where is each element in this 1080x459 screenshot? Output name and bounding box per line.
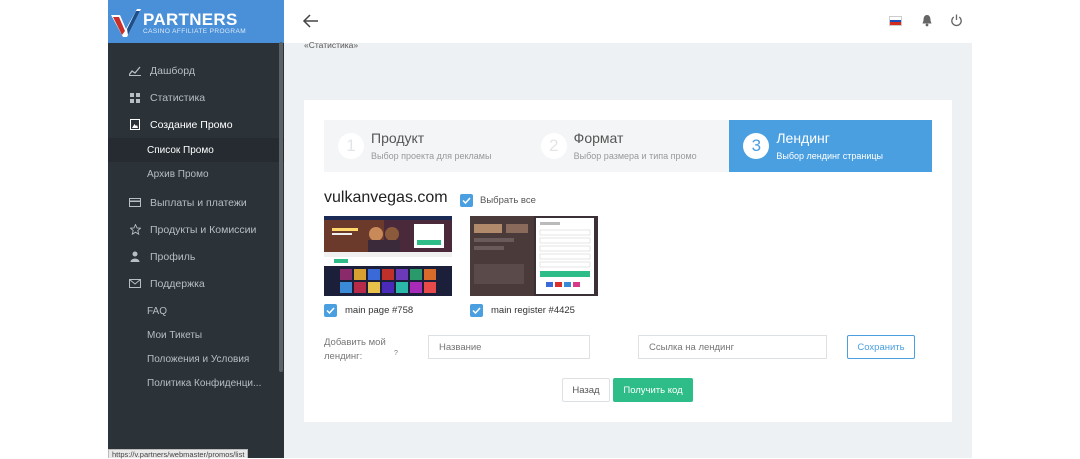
landing-preview-main-page[interactable]	[324, 216, 452, 296]
step-subtitle: Выбор размера и типа промо	[573, 151, 697, 161]
step-title: Лендинг	[776, 130, 830, 146]
sidebar-subitem-tickets[interactable]: Мои Тикеты	[108, 323, 284, 347]
user-icon	[128, 250, 142, 264]
registration-form-preview-image	[470, 216, 598, 296]
checkmark-icon	[470, 304, 483, 317]
select-all-checkbox[interactable]: Выбрать все	[460, 194, 536, 207]
sidebar-scrollbar[interactable]	[279, 42, 283, 372]
step-landing[interactable]: 3 Лендинг Выбор лендинг страницы	[729, 120, 933, 172]
checkmark-icon	[324, 304, 337, 317]
top-header	[284, 0, 972, 43]
sidebar-subitem-promo-list[interactable]: Список Промо	[108, 138, 284, 162]
step-number: 1	[338, 133, 364, 159]
image-icon	[128, 118, 142, 132]
sidebar-subitem-faq[interactable]: FAQ	[108, 299, 284, 323]
landing-option-main-register[interactable]: main register #4425	[470, 304, 575, 317]
landing-preview-main-register[interactable]	[470, 216, 598, 296]
sidebar-item-label: Статистика	[150, 91, 206, 104]
brand-name: PARTNERS	[143, 10, 238, 29]
brand-tagline: CASINO AFFILIATE PROGRAM	[143, 28, 247, 35]
sidebar-item-label: Профиль	[150, 250, 196, 263]
select-all-label: Выбрать все	[480, 195, 536, 206]
sidebar-item-support[interactable]: Поддержка	[108, 270, 284, 297]
add-landing-text: Добавить мой лендинг:	[324, 337, 386, 362]
sidebar-item-label: Создание Промо	[150, 118, 233, 131]
sidebar-nav: Дашборд Статистика Создание Промо Список…	[108, 57, 284, 395]
step-number: 3	[743, 133, 770, 159]
landing-option-label: main register #4425	[491, 305, 575, 316]
promo-wizard-card: 1 Продукт Выбор проекта для рекламы 2 Фо…	[304, 100, 952, 422]
status-bar-url: https://v.partners/webmaster/promos/list	[108, 449, 249, 459]
credit-card-icon	[128, 196, 142, 210]
landing-option-label: main page #758	[345, 305, 414, 316]
add-landing-label: Добавить мой лендинг:?	[324, 336, 398, 364]
bell-icon[interactable]	[921, 14, 933, 27]
step-format[interactable]: 2 Формат Выбор размера и типа промо	[526, 120, 730, 172]
landing-name-input[interactable]	[428, 335, 590, 359]
sidebar-item-label: Поддержка	[150, 277, 205, 290]
sidebar-subitem-privacy[interactable]: Политика Конфиденци...	[108, 371, 284, 395]
sidebar-item-statistics[interactable]: Статистика	[108, 84, 284, 111]
wizard-steps: 1 Продукт Выбор проекта для рекламы 2 Фо…	[324, 120, 933, 172]
star-icon	[128, 223, 142, 237]
app-window: PARTNERS CASINO AFFILIATE PROGRAM Дашбор…	[108, 0, 972, 458]
sidebar-item-products[interactable]: Продукты и Комиссии	[108, 216, 284, 243]
step-subtitle: Выбор проекта для рекламы	[371, 151, 492, 161]
sidebar-subitem-terms[interactable]: Положения и Условия	[108, 347, 284, 371]
russia-flag-icon[interactable]	[889, 16, 902, 26]
get-code-button[interactable]: Получить код	[613, 378, 693, 402]
sidebar-item-create-promo[interactable]: Создание Промо	[108, 111, 284, 138]
casino-lobby-preview-image	[324, 216, 452, 296]
help-icon[interactable]: ?	[394, 350, 398, 357]
sidebar-subitem-promo-archive[interactable]: Архив Промо	[108, 162, 284, 186]
sidebar-item-profile[interactable]: Профиль	[108, 243, 284, 270]
sidebar-item-label: Дашборд	[150, 64, 195, 77]
step-title: Формат	[573, 130, 624, 146]
sidebar-item-label: Продукты и Комиссии	[150, 223, 257, 236]
step-number: 2	[540, 133, 567, 159]
save-landing-button[interactable]: Сохранить	[847, 335, 915, 359]
landing-option-main-page[interactable]: main page #758	[324, 304, 413, 317]
sidebar-item-dashboard[interactable]: Дашборд	[108, 57, 284, 84]
site-name: vulkanvegas.com	[324, 189, 448, 206]
sidebar: PARTNERS CASINO AFFILIATE PROGRAM Дашбор…	[108, 0, 284, 458]
grid-icon	[128, 91, 142, 105]
step-subtitle: Выбор лендинг страницы	[776, 151, 883, 161]
landing-url-input[interactable]	[638, 335, 827, 359]
breadcrumb[interactable]: «Статистика»	[304, 40, 358, 50]
sidebar-item-label: Выплаты и платежи	[150, 196, 247, 209]
step-product[interactable]: 1 Продукт Выбор проекта для рекламы	[324, 120, 527, 172]
sidebar-item-payouts[interactable]: Выплаты и платежи	[108, 189, 284, 216]
back-button[interactable]: Назад	[562, 378, 610, 402]
chart-line-icon	[128, 64, 142, 78]
checkmark-icon	[460, 194, 473, 207]
envelope-icon	[128, 277, 142, 291]
arrow-left-icon[interactable]	[302, 13, 320, 29]
step-title: Продукт	[371, 130, 425, 146]
partners-logo-icon	[111, 9, 141, 37]
logo-bar[interactable]: PARTNERS CASINO AFFILIATE PROGRAM	[108, 0, 284, 43]
power-icon[interactable]	[950, 14, 963, 27]
